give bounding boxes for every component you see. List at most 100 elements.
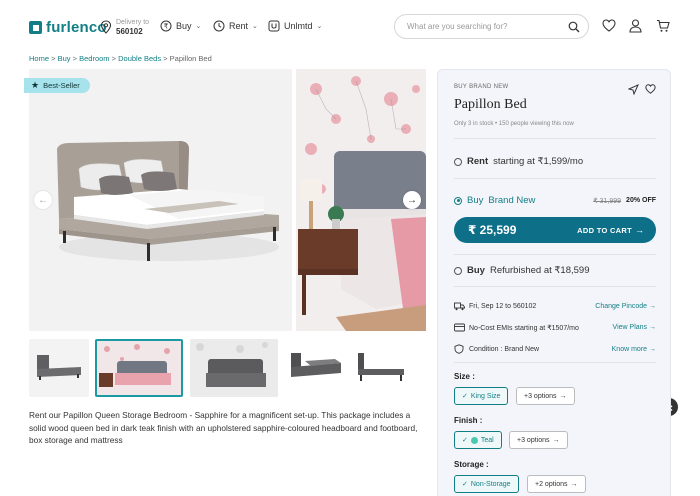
size-selected-label: King Size: [470, 392, 501, 400]
furlenco-logo[interactable]: furlenco: [29, 19, 107, 36]
rent-option[interactable]: Rent starting at ₹1,599/mo: [454, 156, 583, 167]
breadcrumb-separator: >: [163, 54, 168, 63]
know-more-link[interactable]: Know more →: [612, 346, 656, 353]
finish-selected-label: Teal: [480, 436, 494, 444]
check-icon: ✓: [462, 393, 468, 400]
thumbnail-3[interactable]: [190, 339, 278, 397]
breadcrumb-buy[interactable]: Buy: [58, 54, 71, 63]
breadcrumb-separator: >: [51, 54, 56, 63]
stock-status: Only 3 in stock • 150 people viewing thi…: [454, 121, 574, 127]
buy-new-option[interactable]: Buy Brand New ₹ 31,999 20% OFF: [454, 195, 656, 206]
thumbnail-2-selected[interactable]: [95, 339, 183, 397]
share-icon[interactable]: [628, 84, 639, 95]
search-icon[interactable]: [568, 21, 580, 33]
size-more-options-button[interactable]: +3 options →: [516, 387, 575, 405]
arrow-left-icon: ←: [38, 194, 48, 206]
refurbished-radio[interactable]: [454, 266, 462, 275]
chevron-down-icon: ⌄: [252, 23, 258, 30]
delivery-label: Delivery to: [116, 19, 150, 26]
storage-more-label: +2 options: [535, 480, 568, 488]
condition-text: Condition : Brand New: [469, 345, 540, 353]
arrow-right-icon: →: [559, 392, 567, 400]
search-input[interactable]: What are you searching for?: [394, 14, 589, 39]
wishlist-heart-icon[interactable]: [645, 84, 656, 94]
add-to-cart-button[interactable]: ₹ 25,599 ADD TO CART →: [454, 217, 656, 243]
storage-label: Storage :: [454, 460, 489, 469]
delivery-location[interactable]: Delivery to 560102: [100, 18, 149, 36]
finish-more-options-button[interactable]: +3 options →: [509, 431, 568, 449]
best-seller-label: Best-Seller: [43, 81, 80, 90]
buy-tag-icon: ₹: [160, 20, 172, 32]
thumb-bed-icon: [37, 355, 81, 380]
breadcrumb-double-beds[interactable]: Double Beds: [118, 54, 161, 63]
size-more-label: +3 options: [524, 392, 557, 400]
arrow-right-icon: →: [407, 194, 417, 206]
delivery-date-row: Fri, Sep 12 to 560102 Change Pincode →: [454, 302, 656, 311]
thumbnail-1[interactable]: [29, 339, 89, 397]
nav-unlmtd[interactable]: Unlmtd ⌄: [268, 20, 322, 32]
bed-illustration: [29, 69, 292, 331]
breadcrumb-separator: >: [111, 54, 117, 63]
delivery-date-text: Fri, Sep 12 to 560102: [469, 303, 537, 310]
logo-mark-icon: [29, 21, 42, 34]
storage-more-options-button[interactable]: +2 options →: [527, 475, 586, 493]
breadcrumb-home[interactable]: Home: [29, 54, 49, 63]
product-description: Rent our Papillon Queen Storage Bedroom …: [29, 410, 418, 445]
emi-text: No-Cost EMIs starting at ₹1507/mo: [469, 324, 579, 332]
check-icon: ✓: [462, 481, 468, 488]
rent-option-bold: Rent: [467, 156, 489, 167]
emi-card-icon: [454, 323, 466, 332]
buy-refurbished-option[interactable]: Buy Refurbished at ₹18,599: [454, 265, 589, 276]
divider: [454, 286, 656, 287]
gallery-next-button[interactable]: →: [403, 191, 421, 209]
rent-radio[interactable]: [454, 157, 462, 166]
cart-price: ₹ 25,599: [468, 223, 517, 237]
breadcrumb: Home > Buy > Bedroom > Double Beds > Pap…: [29, 54, 212, 63]
chevron-down-icon: ⌄: [195, 23, 202, 30]
divider: [454, 178, 656, 179]
nav-rent[interactable]: Rent ⌄: [213, 20, 258, 32]
size-label: Size :: [454, 372, 475, 381]
thumbnail-5[interactable]: [354, 339, 409, 397]
best-seller-badge: ★ Best-Seller: [24, 78, 90, 93]
finish-label: Finish :: [454, 416, 483, 425]
wishlist-heart-icon[interactable]: [602, 19, 616, 32]
check-icon: ✓: [462, 437, 468, 444]
cart-icon[interactable]: [656, 19, 670, 33]
finish-teal-chip[interactable]: ✓ Teal: [454, 431, 502, 449]
buy-new-bold: Buy: [467, 195, 484, 206]
view-plans-link[interactable]: View Plans →: [613, 324, 656, 331]
arrow-right-icon: →: [635, 225, 644, 235]
add-to-cart-label: ADD TO CART: [577, 225, 632, 235]
change-pincode-link[interactable]: Change Pincode →: [595, 303, 656, 310]
top-bar: furlenco Delivery to 560102 ₹ Buy ⌄ Rent…: [0, 0, 700, 52]
view-plans-label: View Plans: [612, 324, 648, 331]
original-price: ₹ 31,999: [593, 197, 622, 205]
buy-new-text: Brand New: [488, 195, 536, 206]
emi-row: No-Cost EMIs starting at ₹1507/mo View P…: [454, 323, 656, 332]
gallery-prev-button[interactable]: ←: [34, 191, 52, 209]
storage-selected-label: Non-Storage: [470, 480, 511, 488]
arrow-right-icon: →: [552, 436, 560, 444]
size-king-chip[interactable]: ✓ King Size: [454, 387, 509, 405]
product-info-panel: BUY BRAND NEW Papillon Bed Only 3 in sto…: [437, 69, 671, 496]
thumbnail-4[interactable]: [285, 339, 347, 397]
storage-non-storage-chip[interactable]: ✓ Non-Storage: [454, 475, 519, 493]
buy-new-radio[interactable]: [454, 196, 462, 205]
nav-buy[interactable]: ₹ Buy ⌄: [160, 20, 201, 32]
product-main-image[interactable]: [29, 69, 292, 331]
know-more-label: Know more: [611, 345, 648, 353]
buy-brand-new-tag: BUY BRAND NEW: [454, 84, 509, 90]
discount-label: 20% OFF: [626, 197, 656, 204]
breadcrumb-bedroom[interactable]: Bedroom: [79, 54, 109, 63]
rent-option-text: starting at ₹1,599/mo: [493, 156, 584, 167]
refurbished-text: Refurbished at ₹18,599: [489, 265, 590, 276]
location-pin-icon: [100, 20, 112, 34]
nav-buy-label: Buy: [176, 21, 192, 31]
arrow-right-icon: →: [570, 480, 578, 488]
logo-text: furlenco: [46, 19, 107, 36]
account-user-icon[interactable]: [629, 19, 642, 33]
condition-shield-icon: [454, 344, 466, 354]
condition-row: Condition : Brand New Know more →: [454, 344, 656, 354]
nav-unlmtd-label: Unlmtd: [284, 21, 313, 31]
